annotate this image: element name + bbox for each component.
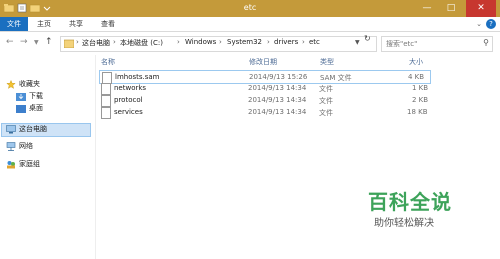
file-date: 2014/9/13 14:34 xyxy=(248,96,307,104)
explorer-window: etc — □ ✕ 文件 主页 共享 查看 ⌄ ? ← → ▼ ↑ › 这台电脑… xyxy=(0,0,500,259)
column-header-date[interactable]: 修改日期 xyxy=(249,57,277,67)
minimize-button[interactable]: — xyxy=(416,0,438,17)
breadcrumb-this-pc[interactable]: 这台电脑 xyxy=(82,38,110,48)
sidebar-item-label: 这台电脑 xyxy=(19,125,47,133)
search-input[interactable]: 搜索"etc" ⚲ xyxy=(381,36,493,52)
sidebar-item-this-pc[interactable]: 这台电脑 xyxy=(1,123,91,137)
computer-icon xyxy=(6,124,16,133)
navigation-pane: 收藏夹 下载 桌面 这台电脑 网络 家庭组 xyxy=(0,55,96,259)
file-name: services xyxy=(114,108,143,116)
folder-icon xyxy=(64,39,74,48)
breadcrumb-separator: › xyxy=(302,38,305,46)
breadcrumb-separator: › xyxy=(219,38,222,46)
breadcrumb-separator: › xyxy=(267,38,270,46)
star-icon xyxy=(6,79,16,89)
forward-arrow-icon[interactable]: → xyxy=(20,37,28,47)
watermark-logo: 百科全说 助你轻松解决 xyxy=(368,186,488,236)
file-size: 2 KB xyxy=(412,96,429,104)
breadcrumb-etc[interactable]: etc xyxy=(309,38,320,46)
table-row[interactable]: networks 2014/9/13 14:34 文件 1 KB xyxy=(99,82,429,95)
refresh-icon[interactable]: ↻ xyxy=(364,34,371,43)
breadcrumb-separator: › xyxy=(113,38,116,46)
file-date: 2014/9/13 15:26 xyxy=(249,73,308,81)
address-bar[interactable]: › 这台电脑 › 本地磁盘 (C:) › Windows › System32 … xyxy=(60,36,377,52)
sidebar-item-label: 下载 xyxy=(29,92,43,100)
breadcrumb-system32[interactable]: System32 xyxy=(227,38,262,46)
up-arrow-icon[interactable]: ↑ xyxy=(45,37,53,47)
sidebar-item-label: 收藏夹 xyxy=(19,80,40,88)
file-size: 18 KB xyxy=(407,108,428,116)
sidebar-item-label: 网络 xyxy=(19,142,33,150)
breadcrumb-local-disk[interactable]: 本地磁盘 (C:) xyxy=(120,38,163,48)
tab-view[interactable]: 查看 xyxy=(98,17,118,31)
file-name: networks xyxy=(114,84,147,92)
breadcrumb-separator: › xyxy=(76,38,79,46)
file-type: 文件 xyxy=(319,109,333,117)
sidebar-item-downloads[interactable]: 下载 xyxy=(16,91,43,103)
file-name: lmhosts.sam xyxy=(115,73,160,81)
file-type: 文件 xyxy=(319,85,333,93)
sidebar-item-label: 桌面 xyxy=(29,104,43,112)
breadcrumb-windows[interactable]: Windows xyxy=(185,38,216,46)
chevron-down-icon[interactable]: ⌄ xyxy=(476,20,482,28)
network-icon xyxy=(6,141,16,151)
column-header-name[interactable]: 名称 xyxy=(101,57,115,67)
maximize-button[interactable]: □ xyxy=(440,0,462,17)
sidebar-item-label: 家庭组 xyxy=(19,160,40,168)
search-icon[interactable]: ⚲ xyxy=(483,38,489,47)
help-icon[interactable]: ? xyxy=(486,19,496,29)
table-row[interactable]: services 2014/9/13 14:34 文件 18 KB xyxy=(99,106,429,119)
desktop-icon xyxy=(16,104,26,113)
address-row: ← → ▼ ↑ › 这台电脑 › 本地磁盘 (C:) › Windows › S… xyxy=(0,32,500,54)
breadcrumb-drivers[interactable]: drivers xyxy=(274,38,298,46)
homegroup-icon xyxy=(7,160,15,168)
download-folder-icon xyxy=(16,92,26,101)
column-header-type[interactable]: 类型 xyxy=(320,57,334,67)
ribbon-tabs: 文件 主页 共享 查看 ⌄ ? xyxy=(0,17,500,32)
tab-file[interactable]: 文件 xyxy=(0,17,28,31)
sidebar-item-network[interactable]: 网络 xyxy=(6,141,33,153)
sidebar-item-desktop[interactable]: 桌面 xyxy=(16,103,43,115)
file-size: 1 KB xyxy=(412,84,429,92)
breadcrumb-separator: › xyxy=(177,38,180,46)
search-placeholder: 搜索"etc" xyxy=(386,40,418,48)
file-date: 2014/9/13 14:34 xyxy=(248,84,307,92)
title-bar: etc — □ ✕ xyxy=(0,0,500,17)
watermark-title: 百科全说 xyxy=(368,190,452,214)
tab-share[interactable]: 共享 xyxy=(66,17,86,31)
tab-home[interactable]: 主页 xyxy=(34,17,54,31)
table-row[interactable]: protocol 2014/9/13 14:34 文件 2 KB xyxy=(99,94,429,107)
file-date: 2014/9/13 14:34 xyxy=(248,108,307,116)
recent-dropdown-icon[interactable]: ▼ xyxy=(34,39,39,46)
column-header-size[interactable]: 大小 xyxy=(409,57,423,67)
sidebar-item-homegroup[interactable]: 家庭组 xyxy=(6,159,40,171)
file-icon xyxy=(101,107,111,119)
file-type: 文件 xyxy=(319,97,333,105)
sidebar-item-favorites[interactable]: 收藏夹 xyxy=(6,79,40,91)
watermark-subtitle: 助你轻松解决 xyxy=(374,218,434,229)
close-button[interactable]: ✕ xyxy=(466,0,496,17)
file-name: protocol xyxy=(114,96,143,104)
address-dropdown-icon[interactable]: ▼ xyxy=(355,39,360,46)
back-arrow-icon[interactable]: ← xyxy=(6,37,14,47)
file-size: 4 KB xyxy=(408,73,425,81)
